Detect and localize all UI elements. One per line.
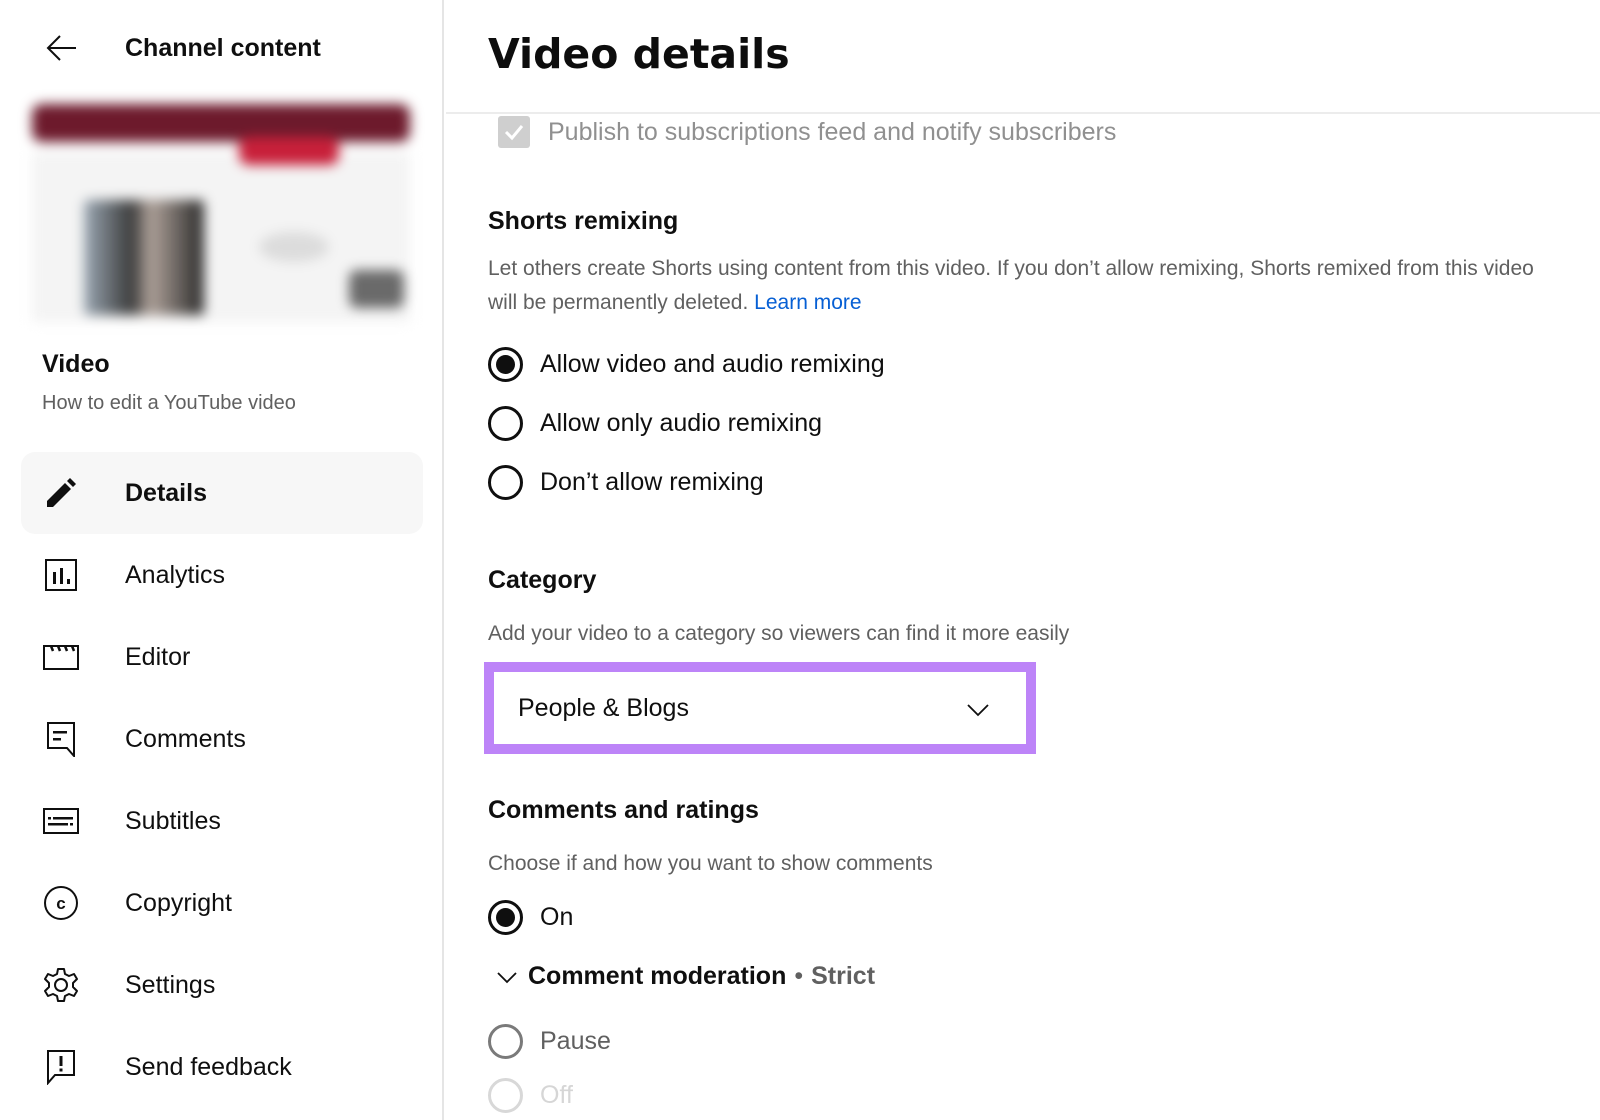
radio-label: On — [540, 903, 574, 931]
video-title: How to edit a YouTube video — [42, 392, 296, 414]
subtitles-icon — [43, 803, 79, 839]
separator-dot: • — [794, 962, 804, 990]
radio-button[interactable] — [488, 1078, 523, 1113]
shorts-remixing-title: Shorts remixing — [488, 207, 679, 235]
radio-button[interactable] — [488, 465, 523, 500]
analytics-icon — [43, 557, 79, 593]
remix-option-video-audio[interactable]: Allow video and audio remixing — [488, 347, 885, 382]
arrow-left-icon — [46, 35, 76, 61]
radio-label: Pause — [540, 1027, 611, 1055]
comment-moderation-toggle[interactable]: Comment moderation • Strict — [496, 962, 875, 991]
publish-label: Publish to subscriptions feed and notify… — [548, 117, 1117, 146]
comments-pause-option[interactable]: Pause — [488, 1024, 611, 1059]
remix-option-audio-only[interactable]: Allow only audio remixing — [488, 406, 822, 441]
sidebar-item-label: Send feedback — [125, 1052, 292, 1081]
remix-option-none[interactable]: Don’t allow remixing — [488, 465, 764, 500]
radio-button[interactable] — [488, 900, 523, 935]
shorts-remixing-description: Let others create Shorts using content f… — [488, 252, 1568, 320]
radio-button[interactable] — [488, 406, 523, 441]
comments-title: Comments and ratings — [488, 796, 759, 824]
category-description: Add your video to a category so viewers … — [488, 622, 1070, 645]
publish-checkbox-row[interactable]: Publish to subscriptions feed and notify… — [488, 116, 1116, 148]
sidebar: Channel content Video How to edit a YouT… — [0, 0, 444, 1120]
gear-icon — [43, 967, 79, 1003]
shorts-remixing-description-text: Let others create Shorts using content f… — [488, 257, 1534, 314]
radio-label: Allow only audio remixing — [540, 409, 823, 437]
category-title: Category — [488, 566, 597, 594]
clapperboard-icon — [43, 639, 79, 675]
sidebar-nav: Details Analytics Editor Comments Subtit… — [21, 452, 423, 1108]
comment-icon — [43, 721, 79, 757]
sidebar-item-copyright[interactable]: c Copyright — [21, 862, 423, 944]
main-header: Video details — [446, 0, 1600, 114]
category-selected-value: People & Blogs — [518, 693, 689, 722]
sidebar-item-label: Subtitles — [125, 806, 221, 835]
page-title: Video details — [488, 30, 790, 78]
category-highlight: People & Blogs — [484, 662, 1036, 754]
copyright-icon: c — [43, 885, 79, 921]
comments-on-option[interactable]: On — [488, 900, 573, 935]
sidebar-item-subtitles[interactable]: Subtitles — [21, 780, 423, 862]
feedback-icon — [43, 1049, 79, 1085]
chevron-down-icon — [967, 704, 989, 717]
sidebar-item-label: Copyright — [125, 888, 232, 917]
sidebar-item-send-feedback[interactable]: Send feedback — [21, 1026, 423, 1108]
back-button[interactable] — [44, 30, 80, 66]
sidebar-item-editor[interactable]: Editor — [21, 616, 423, 698]
video-label: Video — [42, 350, 110, 378]
publish-checkbox[interactable] — [498, 116, 530, 148]
sidebar-item-label: Comments — [125, 724, 246, 753]
radio-button[interactable] — [488, 1024, 523, 1059]
sidebar-item-label: Details — [125, 478, 207, 507]
sidebar-item-settings[interactable]: Settings — [21, 944, 423, 1026]
radio-label: Off — [540, 1081, 573, 1109]
learn-more-link[interactable]: Learn more — [754, 291, 861, 314]
sidebar-item-label: Settings — [125, 970, 216, 999]
sidebar-header: Channel content — [0, 0, 442, 96]
comments-off-option[interactable]: Off — [488, 1078, 573, 1113]
comments-description: Choose if and how you want to show comme… — [488, 852, 933, 875]
category-dropdown[interactable]: People & Blogs — [494, 672, 1026, 744]
sidebar-item-analytics[interactable]: Analytics — [21, 534, 423, 616]
pencil-icon — [43, 475, 79, 511]
comment-moderation-label: Comment moderation — [528, 962, 787, 990]
radio-label: Allow video and audio remixing — [540, 350, 885, 378]
video-thumbnail[interactable] — [24, 92, 418, 332]
sidebar-item-label: Editor — [125, 642, 191, 671]
sidebar-item-details[interactable]: Details — [21, 452, 423, 534]
main-content: Video details Publish to subscriptions f… — [446, 0, 1600, 1120]
svg-text:c: c — [56, 894, 65, 913]
radio-button[interactable] — [488, 347, 523, 382]
checkmark-icon — [504, 125, 524, 141]
chevron-down-icon — [497, 971, 517, 983]
sidebar-item-label: Analytics — [125, 560, 226, 589]
sidebar-title: Channel content — [125, 34, 321, 62]
comment-moderation-value: Strict — [811, 962, 876, 990]
sidebar-item-comments[interactable]: Comments — [21, 698, 423, 780]
radio-label: Don’t allow remixing — [540, 468, 764, 496]
